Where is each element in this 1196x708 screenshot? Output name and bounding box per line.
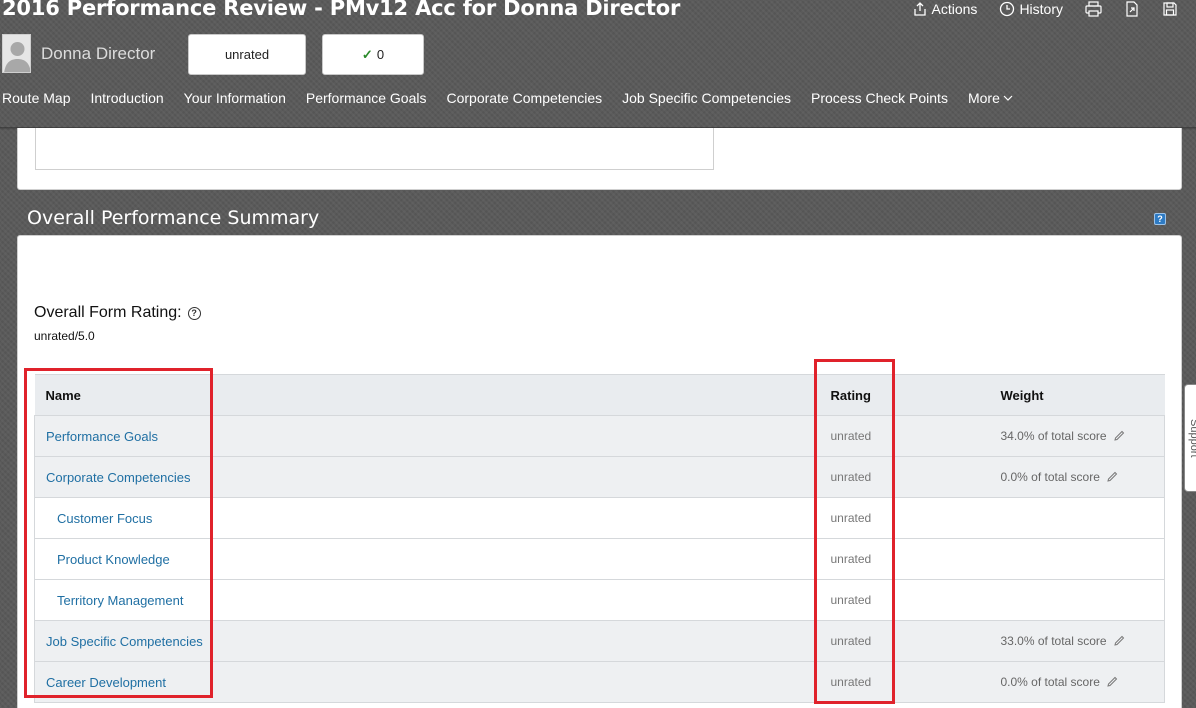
chevron-down-icon	[1003, 95, 1013, 101]
row-weight: 0.0% of total score	[1000, 470, 1100, 484]
nav-job-specific-competencies[interactable]: Job Specific Competencies	[622, 90, 791, 106]
table-row: Product Knowledge unrated	[34, 538, 1165, 580]
section-title: Overall Performance Summary	[27, 207, 320, 229]
clock-icon	[1000, 1, 1015, 17]
overall-rating-value: unrated/5.0	[34, 329, 95, 343]
row-weight: 33.0% of total score	[1000, 634, 1107, 648]
pencil-icon	[1113, 635, 1124, 646]
nav-more-label: More	[967, 90, 1000, 106]
row-rating: unrated	[820, 415, 991, 457]
row-link-performance-goals[interactable]: Performance Goals	[46, 429, 158, 444]
edit-weight-button[interactable]	[1106, 676, 1118, 688]
summary-table: Name Rating Weight Performance Goals unr…	[34, 374, 1165, 703]
nav-your-information[interactable]: Your Information	[184, 90, 286, 106]
row-link-product-knowledge[interactable]: Product Knowledge	[46, 552, 170, 567]
column-header-name: Name	[34, 374, 821, 416]
checkmark-icon: ✓	[361, 46, 373, 62]
table-row: Corporate Competencies unrated 0.0% of t…	[34, 456, 1165, 498]
table-row: Job Specific Competencies unrated 33.0% …	[34, 620, 1165, 662]
row-rating: unrated	[820, 497, 991, 539]
row-weight: 34.0% of total score	[1000, 429, 1107, 443]
row-weight	[990, 579, 1165, 621]
nav-route-map[interactable]: Route Map	[2, 90, 70, 106]
nav-process-check-points[interactable]: Process Check Points	[811, 90, 948, 106]
user-silhouette-icon	[3, 35, 30, 72]
question-icon[interactable]: ?	[187, 306, 201, 320]
nav-performance-goals[interactable]: Performance Goals	[306, 90, 427, 106]
save-icon	[1163, 2, 1177, 16]
row-link-territory-management[interactable]: Territory Management	[46, 593, 183, 608]
column-header-weight: Weight	[990, 374, 1165, 416]
form-navigation: Route Map Introduction Your Information …	[0, 90, 1034, 106]
nav-more[interactable]: More	[968, 90, 1014, 106]
top-actions: Actions History	[890, 0, 1178, 18]
overall-rating-label: Overall Form Rating: ?	[34, 304, 201, 322]
table-row: Customer Focus unrated	[34, 497, 1165, 539]
row-rating: unrated	[820, 538, 991, 580]
support-tab[interactable]: Support	[1184, 384, 1196, 492]
row-weight	[990, 538, 1165, 580]
table-row: Performance Goals unrated 34.0% of total…	[34, 415, 1165, 457]
previous-comment-field[interactable]	[35, 128, 714, 170]
row-weight	[990, 497, 1165, 539]
previous-section-panel	[17, 128, 1182, 190]
row-rating: unrated	[820, 579, 991, 621]
table-header-row: Name Rating Weight	[34, 374, 1165, 416]
row-rating: unrated	[820, 456, 991, 498]
row-rating: unrated	[820, 620, 991, 662]
row-link-corporate-competencies[interactable]: Corporate Competencies	[46, 470, 191, 485]
check-pill[interactable]: ✓ 0	[322, 34, 424, 75]
actions-label: Actions	[931, 1, 978, 17]
edit-weight-button[interactable]	[1113, 635, 1125, 647]
history-button[interactable]: History	[999, 1, 1063, 17]
pencil-icon	[1107, 676, 1118, 687]
nav-introduction[interactable]: Introduction	[90, 90, 163, 106]
check-count: 0	[376, 47, 385, 62]
form-header: 2016 Performance Review - PMv12 Acc for …	[0, 0, 1196, 128]
actions-button[interactable]: Actions	[912, 1, 978, 17]
row-weight: 0.0% of total score	[1000, 675, 1100, 689]
export-button[interactable]	[1124, 1, 1140, 17]
table-row: Territory Management unrated	[34, 579, 1165, 621]
employee-name: Donna Director	[41, 44, 156, 63]
pencil-icon	[1107, 471, 1118, 482]
rating-pill[interactable]: unrated	[188, 34, 306, 75]
export-icon	[1126, 1, 1138, 17]
nav-corporate-competencies[interactable]: Corporate Competencies	[446, 90, 602, 106]
print-icon	[1085, 1, 1102, 17]
share-icon	[913, 2, 926, 16]
save-button[interactable]	[1162, 1, 1178, 17]
row-link-customer-focus[interactable]: Customer Focus	[46, 511, 152, 526]
row-link-job-specific-competencies[interactable]: Job Specific Competencies	[46, 634, 203, 649]
print-button[interactable]	[1085, 1, 1102, 17]
summary-panel: Overall Form Rating: ? unrated/5.0 Name …	[17, 235, 1182, 708]
table-row: Career Development unrated 0.0% of total…	[34, 661, 1165, 703]
form-title: 2016 Performance Review - PMv12 Acc for …	[2, 0, 681, 20]
rating-pill-value: unrated	[224, 47, 270, 62]
edit-weight-button[interactable]	[1106, 471, 1118, 483]
row-link-career-development[interactable]: Career Development	[46, 675, 166, 690]
pencil-icon	[1113, 430, 1124, 441]
edit-weight-button[interactable]	[1113, 430, 1125, 442]
row-rating: unrated	[820, 661, 991, 703]
help-icon[interactable]: ?	[1154, 213, 1166, 225]
avatar[interactable]	[2, 34, 31, 73]
column-header-rating: Rating	[820, 374, 991, 416]
overall-rating-label-text: Overall Form Rating:	[34, 304, 182, 321]
history-label: History	[1019, 1, 1063, 17]
